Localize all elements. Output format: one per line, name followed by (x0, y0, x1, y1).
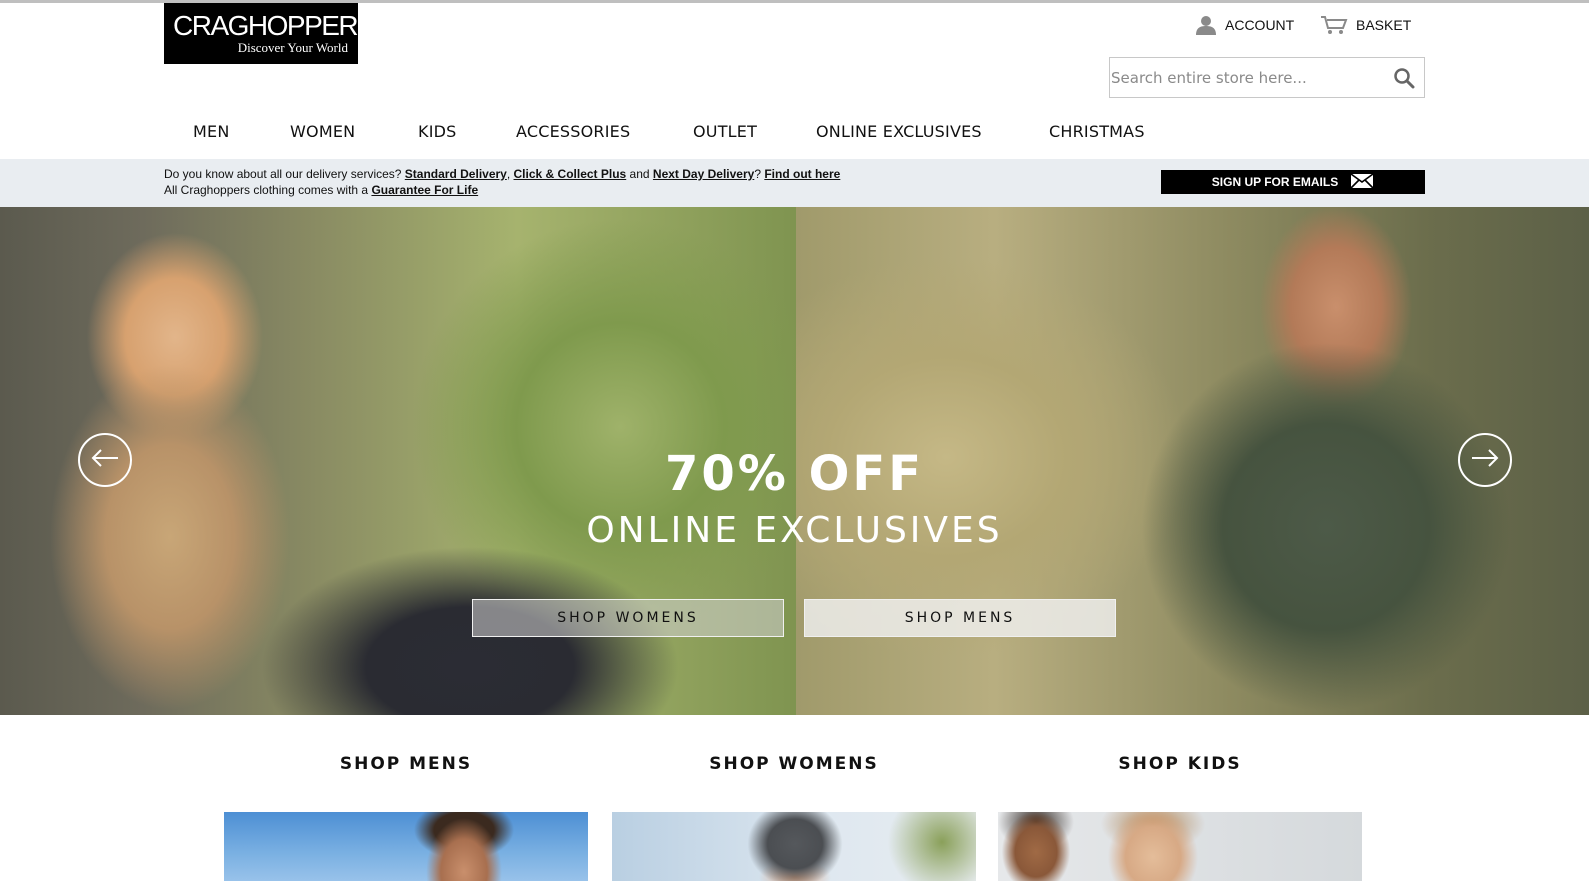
nav-item-outlet[interactable]: OUTLET (693, 118, 757, 146)
guarantee-line: All Craghoppers clothing comes with a Gu… (164, 183, 478, 197)
nav-item-women[interactable]: WOMEN (290, 118, 355, 146)
signup-emails-button[interactable]: SIGN UP FOR EMAILS (1161, 170, 1425, 194)
hero-banner: 70% OFF ONLINE EXCLUSIVES SHOP WOMENS SH… (0, 207, 1589, 715)
delivery-info-line: Do you know about all our delivery servi… (164, 167, 840, 181)
search-icon[interactable] (1393, 67, 1415, 94)
user-icon (1195, 14, 1217, 36)
find-out-here-link[interactable]: Find out here (764, 167, 840, 181)
shop-kids-heading[interactable]: SHOP KIDS (998, 754, 1362, 774)
separator-text: ? (754, 167, 765, 181)
click-collect-link[interactable]: Click & Collect Plus (514, 167, 627, 181)
shop-womens-heading[interactable]: SHOP WOMENS (612, 754, 976, 774)
next-day-delivery-link[interactable]: Next Day Delivery (653, 167, 754, 181)
shop-womens-image[interactable] (612, 812, 976, 881)
search-input[interactable] (1110, 58, 1380, 97)
separator-text: , (506, 167, 514, 181)
basket-link[interactable]: BASKET (1320, 14, 1411, 36)
brand-tagline: Discover Your World (237, 40, 348, 55)
basket-label: BASKET (1356, 17, 1412, 33)
nav-item-kids[interactable]: KIDS (418, 118, 457, 146)
shop-mens-heading[interactable]: SHOP MENS (224, 754, 588, 774)
main-nav: MEN WOMEN KIDS ACCESSORIES OUTLET ONLINE… (0, 118, 1589, 146)
nav-item-christmas[interactable]: CHRISTMAS (1049, 118, 1145, 146)
hero-headline: 70% OFF (665, 446, 924, 502)
hero-subheadline: ONLINE EXCLUSIVES (586, 510, 1003, 551)
nav-item-men[interactable]: MEN (193, 118, 229, 146)
envelope-icon (1350, 172, 1374, 192)
account-label: ACCOUNT (1225, 17, 1295, 33)
shop-mens-image[interactable] (224, 812, 588, 881)
standard-delivery-link[interactable]: Standard Delivery (405, 167, 507, 181)
guarantee-link[interactable]: Guarantee For Life (371, 183, 478, 197)
shop-mens-button[interactable]: SHOP MENS (804, 599, 1116, 637)
search-box (1109, 57, 1425, 98)
nav-item-online-exclusives[interactable]: ONLINE EXCLUSIVES (816, 118, 982, 146)
brand-logo[interactable]: CRAGHOPPERS Discover Your World (164, 3, 376, 64)
guarantee-text: All Craghoppers clothing comes with a (164, 183, 372, 197)
shop-womens-button[interactable]: SHOP WOMENS (472, 599, 784, 637)
account-link[interactable]: ACCOUNT (1195, 14, 1294, 36)
brand-name: CRAGHOPPERS (173, 10, 376, 41)
nav-item-accessories[interactable]: ACCESSORIES (516, 118, 630, 146)
cart-icon (1320, 14, 1348, 36)
delivery-info-text: Do you know about all our delivery servi… (164, 167, 405, 181)
separator-text: and (626, 167, 653, 181)
signup-label: SIGN UP FOR EMAILS (1211, 175, 1339, 189)
shop-kids-image[interactable] (998, 812, 1362, 881)
